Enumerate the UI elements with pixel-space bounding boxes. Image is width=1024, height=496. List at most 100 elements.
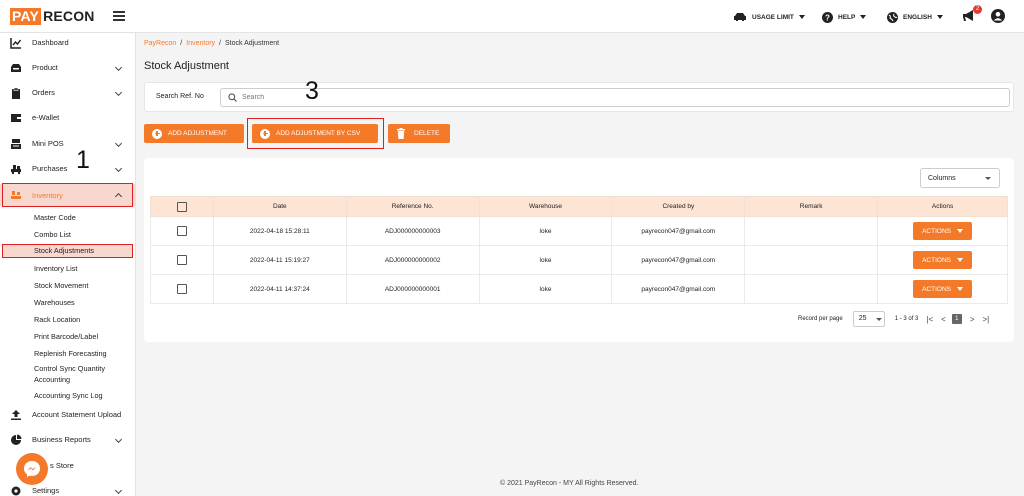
breadcrumb-current: Stock Adjustment [225,40,280,47]
breadcrumb-inventory[interactable]: Inventory [186,40,215,47]
sidebar-item-business-reports[interactable]: Business Reports [0,430,135,450]
submenu-print-barcode[interactable]: Print Barcode/Label [34,332,98,341]
page-title: Stock Adjustment [144,60,229,72]
row-checkbox[interactable] [176,226,187,236]
search-icon [228,93,237,102]
row-actions-button[interactable]: ACTIONS [913,251,972,269]
chevron-down-icon [114,486,123,495]
cell-warehouse: loke [478,216,613,246]
language-menu[interactable]: ENGLISH [887,10,943,24]
column-header-date[interactable]: Date [212,196,347,217]
last-page-icon[interactable]: >| [982,315,989,324]
sidebar: Dashboard Product Orders e-Wallet Mini P… [0,33,136,496]
chevron-down-icon [985,177,991,180]
search-field[interactable] [220,88,1010,107]
table-header-row: Date Reference No. Warehouse Created by … [150,196,1008,217]
box-icon [11,64,21,72]
search-input[interactable] [242,94,942,101]
notification-icon[interactable]: 2 [962,5,982,23]
submenu-accounting-sync-log[interactable]: Accounting Sync Log [34,391,103,400]
current-page-button[interactable]: 1 [951,314,962,324]
submenu-control-sync-quantity[interactable]: Control Sync Quantity [34,364,105,373]
sidebar-item-product[interactable]: Product [0,58,135,78]
cell-reference: ADJ000000000002 [345,245,480,275]
cell-date: 2022-04-18 15:28:11 [212,216,347,246]
records-per-page-label: Record per page [798,316,843,322]
sidebar-item-settings[interactable]: Settings [0,481,135,496]
help-menu[interactable]: ? HELP [822,10,867,24]
chevron-down-icon [798,15,805,19]
chevron-down-icon [114,63,123,72]
next-page-icon[interactable]: > [970,315,975,324]
cell-date: 2022-04-11 15:19:27 [212,245,347,275]
adjustments-table-card: Columns Date Reference No. Warehouse Cre… [144,158,1014,342]
chevron-down-icon [956,287,963,291]
sidebar-item-account-statement-upload[interactable]: Account Statement Upload [0,405,135,425]
row-actions-button[interactable]: ACTIONS [913,222,972,240]
breadcrumb-home[interactable]: PayRecon [144,40,176,47]
search-label: Search Ref. No [156,93,204,100]
submenu-warehouses[interactable]: Warehouses [34,298,75,307]
cell-reference: ADJ000000000003 [345,216,480,246]
column-header-created-by[interactable]: Created by [611,196,746,217]
truck-icon [11,165,21,175]
first-page-icon[interactable]: |< [926,315,933,324]
plus-circle-icon [152,128,162,139]
cell-created-by: payrecon047@gmail.com [611,245,746,275]
row-checkbox[interactable] [176,255,187,265]
user-account-icon[interactable] [991,9,1005,23]
row-actions-button[interactable]: ACTIONS [913,280,972,298]
row-checkbox[interactable] [176,284,187,294]
columns-dropdown[interactable]: Columns [920,168,1000,188]
wallet-icon [11,114,21,122]
submenu-replenish-forecasting[interactable]: Replenish Forecasting [34,349,107,358]
sidebar-item-dashboard[interactable]: Dashboard [0,33,135,53]
cell-remark [744,216,879,246]
submenu-stock-movement[interactable]: Stock Movement [34,281,88,290]
usage-limit-menu[interactable]: USAGE LIMIT [733,10,805,24]
footer-copyright: © 2021 PayRecon - MY All Rights Reserved… [500,480,639,487]
cell-date: 2022-04-11 14:37:24 [212,274,347,304]
column-header-reference[interactable]: Reference No. [345,196,480,217]
chevron-down-icon [860,15,867,19]
chevron-down-icon [936,15,943,19]
table-row: 2022-04-11 15:19:27 ADJ000000000002 loke… [150,245,1008,275]
column-header-remark[interactable]: Remark [744,196,879,217]
chevron-down-icon [114,435,123,444]
delete-button[interactable]: DELETE [388,124,450,143]
payrecon-logo[interactable]: PAY RECON [10,8,95,25]
pagination-range: 1 - 3 of 3 [894,316,919,322]
add-adjustment-button[interactable]: ADD ADJUSTMENT [144,124,244,143]
menu-toggle-icon[interactable] [113,11,125,21]
cell-created-by: payrecon047@gmail.com [611,274,746,304]
sidebar-item-orders[interactable]: Orders [0,83,135,103]
submenu-inventory-list[interactable]: Inventory List [34,264,77,273]
submenu-master-code[interactable]: Master Code [34,213,76,222]
trash-icon [397,128,405,139]
search-card: Search Ref. No [144,82,1014,112]
sidebar-item-purchases[interactable]: Purchases [0,159,135,179]
column-header-actions: Actions [877,196,1008,217]
records-per-page-select[interactable]: 25 [852,311,885,327]
submenu-combo-list[interactable]: Combo List [34,230,71,239]
chevron-down-icon [875,318,882,321]
prev-page-icon[interactable]: < [941,315,946,324]
submenu-rack-location[interactable]: Rack Location [34,315,80,324]
cell-warehouse: loke [478,245,613,275]
annotation-box-csv-button [247,118,384,149]
chart-icon [10,38,22,49]
sidebar-item-ewallet[interactable]: e-Wallet [0,108,135,128]
adjustments-table: Date Reference No. Warehouse Created by … [150,196,1008,304]
cell-remark [744,274,879,304]
chevron-down-icon [114,164,123,173]
sidebar-item-mini-pos[interactable]: Mini POS [0,134,135,154]
column-header-warehouse[interactable]: Warehouse [478,196,613,217]
select-all-checkbox[interactable] [176,201,187,212]
notification-badge: 2 [973,5,982,14]
annotation-number-1: 1 [76,146,90,174]
top-bar: PAY RECON USAGE LIMIT ? HELP ENGLISH 2 [0,0,1024,33]
chevron-down-icon [114,88,123,97]
messenger-chat-button[interactable] [16,453,48,485]
submenu-accounting-line[interactable]: Accounting [34,375,70,384]
table-row: 2022-04-18 15:28:11 ADJ000000000003 loke… [150,216,1008,246]
